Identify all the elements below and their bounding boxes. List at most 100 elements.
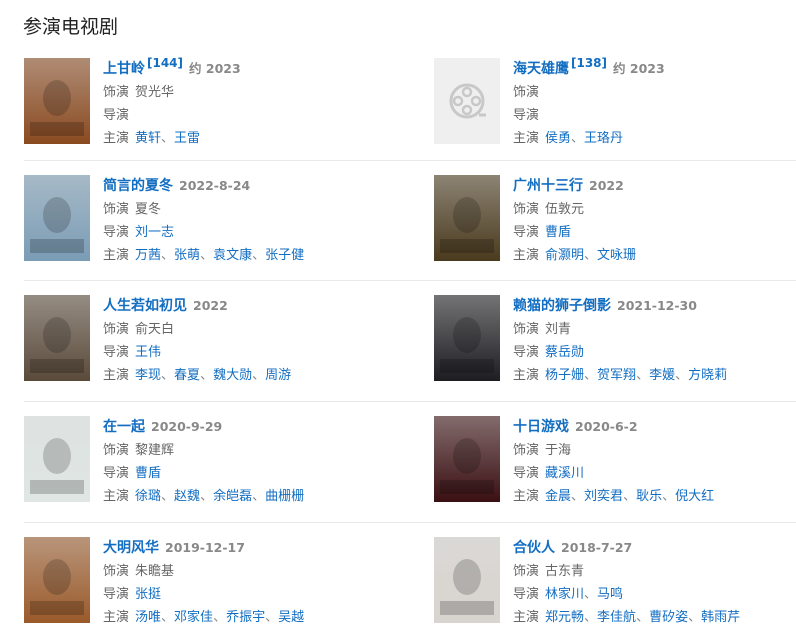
drama-title-link[interactable]: 在一起 — [103, 419, 145, 435]
star-link[interactable]: 杨子姗 — [545, 368, 584, 383]
star-link[interactable]: 邓家佳 — [174, 610, 213, 625]
star-link[interactable]: 汤唯 — [135, 610, 161, 625]
drama-heading: 上甘岭 [144] 约 2023 — [103, 56, 403, 82]
name-separator: 、 — [636, 368, 650, 383]
director-link[interactable]: 林家川 — [545, 587, 584, 602]
drama-badge-link[interactable]: [144] — [147, 56, 183, 70]
star-link[interactable]: 刘奕君 — [584, 489, 623, 504]
drama-info: 十日游戏 2020-6-2 饰演 于海 导演 藏溪川 主演 金晨、刘奕君、耿乐、倪大红 — [513, 416, 796, 509]
director-link[interactable]: 曹盾 — [545, 225, 571, 240]
director-link[interactable]: 曹盾 — [135, 466, 161, 481]
drama-poster[interactable] — [434, 537, 500, 623]
role-label: 饰演 — [513, 85, 540, 100]
director-line: 导演 蔡岳勋 — [513, 342, 796, 365]
starring-label: 主演 — [103, 131, 130, 146]
director-label: 导演 — [103, 108, 130, 123]
drama-poster[interactable] — [24, 537, 90, 623]
star-link[interactable]: 李现 — [135, 368, 161, 383]
name-separator: 、 — [265, 610, 279, 625]
drama-info: 赖猫的狮子倒影 2021-12-30 饰演 刘青 导演 蔡岳勋 主演 杨子姗、贺军翔、李媛、方… — [513, 295, 796, 388]
drama-badge-link[interactable]: [138] — [571, 56, 607, 70]
star-link[interactable]: 侯勇 — [545, 131, 571, 146]
drama-card: 上甘岭 [144] 约 2023 饰演 贺光华 导演 主演 黄轩、王雷 — [24, 56, 384, 158]
drama-date: 2022 — [589, 178, 624, 193]
star-link[interactable]: 魏大勋 — [213, 368, 252, 383]
drama-card: 海天雄鹰 [138] 约 2023 饰演 导演 主演 侯勇、王珞丹 — [434, 56, 794, 158]
director-link[interactable]: 王伟 — [135, 345, 161, 360]
star-link[interactable]: 曹矽姿 — [649, 610, 688, 625]
star-link[interactable]: 王珞丹 — [584, 131, 623, 146]
drama-date: 约 2023 — [189, 61, 241, 76]
director-link[interactable]: 刘一志 — [135, 225, 174, 240]
role-value: 于海 — [545, 443, 572, 458]
star-link[interactable]: 万茜 — [135, 248, 161, 263]
name-separator: 、 — [623, 489, 637, 504]
drama-poster[interactable] — [24, 416, 90, 502]
star-link[interactable]: 徐璐 — [135, 489, 161, 504]
star-link[interactable]: 贺军翔 — [597, 368, 636, 383]
star-link[interactable]: 文咏珊 — [597, 248, 636, 263]
starring-label: 主演 — [103, 489, 130, 504]
drama-info: 合伙人 2018-7-27 饰演 古东青 导演 林家川、马鸣 主演 郑元畅、李佳航、曹矽姿、韩… — [513, 537, 796, 630]
name-separator: 、 — [161, 610, 175, 625]
star-link[interactable]: 赵魏 — [174, 489, 200, 504]
director-label: 导演 — [513, 345, 540, 360]
star-link[interactable]: 金晨 — [545, 489, 571, 504]
drama-title-link[interactable]: 上甘岭 — [103, 61, 145, 77]
name-separator: 、 — [688, 610, 702, 625]
name-separator: 、 — [584, 587, 598, 602]
star-link[interactable]: 周游 — [265, 368, 291, 383]
drama-poster[interactable] — [434, 175, 500, 261]
couple-dark-poster-image — [434, 295, 500, 381]
star-link[interactable]: 方晓莉 — [688, 368, 727, 383]
star-link[interactable]: 黄轩 — [135, 131, 161, 146]
star-link[interactable]: 王雷 — [174, 131, 200, 146]
name-separator: 、 — [675, 368, 689, 383]
star-link[interactable]: 袁文康 — [213, 248, 252, 263]
director-label: 导演 — [103, 587, 130, 602]
role-label: 饰演 — [513, 322, 540, 337]
drama-date: 2021-12-30 — [617, 298, 697, 313]
director-link[interactable]: 蔡岳勋 — [545, 345, 584, 360]
drama-poster[interactable] — [24, 175, 90, 261]
star-link[interactable]: 李佳航 — [597, 610, 636, 625]
drama-title-link[interactable]: 广州十三行 — [513, 178, 583, 194]
role-line: 饰演 古东青 — [513, 561, 796, 584]
star-link[interactable]: 余皑磊 — [213, 489, 252, 504]
star-link[interactable]: 李媛 — [649, 368, 675, 383]
star-link[interactable]: 俞灏明 — [545, 248, 584, 263]
starring-line: 主演 郑元畅、李佳航、曹矽姿、韩雨芹 — [513, 607, 796, 630]
starring-line: 主演 李现、春夏、魏大勋、周游 — [103, 365, 403, 388]
star-link[interactable]: 春夏 — [174, 368, 200, 383]
drama-title-link[interactable]: 简言的夏冬 — [103, 178, 173, 194]
star-link[interactable]: 耿乐 — [636, 489, 662, 504]
drama-title-link[interactable]: 大明风华 — [103, 540, 159, 556]
imperial-costume-poster-image — [24, 537, 90, 623]
starring-line: 主演 俞灏明、文咏珊 — [513, 245, 796, 268]
star-link[interactable]: 倪大红 — [675, 489, 714, 504]
drama-poster[interactable] — [24, 58, 90, 144]
star-link[interactable]: 曲栅栅 — [265, 489, 304, 504]
drama-poster[interactable] — [24, 295, 90, 381]
director-link[interactable]: 藏溪川 — [545, 466, 584, 481]
drama-title-link[interactable]: 赖猫的狮子倒影 — [513, 298, 611, 314]
director-line: 导演 王伟 — [103, 342, 403, 365]
drama-title-link[interactable]: 海天雄鹰 — [513, 61, 569, 77]
drama-heading: 简言的夏冬 2022-8-24 — [103, 175, 403, 199]
star-link[interactable]: 郑元畅 — [545, 610, 584, 625]
drama-title-link[interactable]: 人生若如初见 — [103, 298, 187, 314]
drama-poster[interactable] — [434, 58, 500, 144]
star-link[interactable]: 张萌 — [174, 248, 200, 263]
drama-poster[interactable] — [434, 295, 500, 381]
star-link[interactable]: 韩雨芹 — [701, 610, 740, 625]
star-link[interactable]: 吴越 — [278, 610, 304, 625]
role-label: 饰演 — [103, 564, 130, 579]
drama-title-link[interactable]: 合伙人 — [513, 540, 555, 556]
drama-title-link[interactable]: 十日游戏 — [513, 419, 569, 435]
drama-poster[interactable] — [434, 416, 500, 502]
director-link[interactable]: 马鸣 — [597, 587, 623, 602]
star-link[interactable]: 张子健 — [265, 248, 304, 263]
director-link[interactable]: 张挺 — [135, 587, 161, 602]
star-link[interactable]: 乔振宇 — [226, 610, 265, 625]
director-line: 导演 曹盾 — [103, 463, 403, 486]
